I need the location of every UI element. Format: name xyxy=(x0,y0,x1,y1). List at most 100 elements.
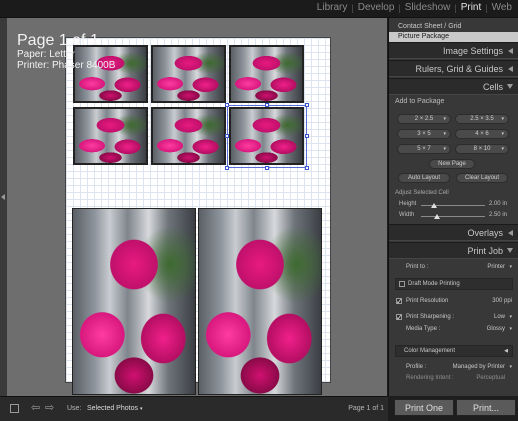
photo-cell[interactable] xyxy=(229,45,304,103)
module-print[interactable]: Print xyxy=(457,2,486,13)
width-value-field[interactable]: 2.50 in xyxy=(489,212,507,218)
size-button-4x6[interactable]: 4 × 6 ▾ xyxy=(455,129,509,139)
rendering-intent-row[interactable]: Rendering Intent : Perceptual xyxy=(389,374,518,383)
color-management-label: Color Management xyxy=(404,348,456,354)
color-management-header[interactable]: Color Management ◀ xyxy=(395,345,513,357)
resize-handle[interactable] xyxy=(305,103,309,107)
module-slideshow[interactable]: Slideshow xyxy=(401,2,455,13)
section-cells[interactable]: Cells xyxy=(389,78,518,95)
collapse-arrow-icon xyxy=(508,230,513,236)
resize-handle[interactable] xyxy=(305,134,309,138)
template-picture-package[interactable]: Picture Package xyxy=(389,32,518,42)
size-label: 2.5 × 3.5 xyxy=(470,116,494,122)
section-overlays[interactable]: Overlays xyxy=(389,224,518,241)
photo-cell[interactable] xyxy=(151,45,226,103)
draft-mode-row[interactable]: Draft Mode Printing xyxy=(395,278,513,290)
page-preview xyxy=(65,37,331,395)
photo-cell-large[interactable] xyxy=(198,208,322,395)
size-label: 4 × 6 xyxy=(475,131,489,137)
new-page-button[interactable]: New Page xyxy=(429,159,475,169)
draft-mode-checkbox[interactable] xyxy=(399,281,405,287)
size-button-3x5[interactable]: 3 × 5 ▾ xyxy=(397,129,451,139)
resize-handle[interactable] xyxy=(265,103,269,107)
previous-page-icon[interactable]: ⇦ xyxy=(31,403,40,414)
single-page-view-icon[interactable] xyxy=(10,404,19,413)
height-unit: in xyxy=(502,201,507,207)
dropdown-icon: ▾ xyxy=(443,146,446,152)
print-resolution-checkbox[interactable] xyxy=(396,295,403,308)
print-resolution-unit: ppi xyxy=(503,298,512,304)
module-library[interactable]: Library xyxy=(313,2,352,13)
template-contact-sheet[interactable]: Contact Sheet / Grid xyxy=(389,22,518,32)
photo-cell-selected[interactable] xyxy=(229,107,304,165)
clear-layout-button[interactable]: Clear Layout xyxy=(456,173,508,183)
height-slider-track[interactable] xyxy=(421,203,485,208)
resize-handle[interactable] xyxy=(305,166,309,170)
right-panel: Contact Sheet / Grid Picture Package Ima… xyxy=(388,18,518,416)
left-panel-collapsed[interactable] xyxy=(0,18,7,396)
printer-info: Printer: Phaser 8400B xyxy=(17,60,116,71)
photo-cell[interactable] xyxy=(151,107,226,165)
width-slider-knob[interactable] xyxy=(434,214,440,219)
size-button-2x2.5[interactable]: 2 × 2.5 ▾ xyxy=(397,114,451,124)
auto-layout-button[interactable]: Auto Layout xyxy=(398,173,450,183)
print-to-row[interactable]: Print to : Printer ▾ xyxy=(389,261,518,274)
section-print-job[interactable]: Print Job xyxy=(389,242,518,259)
width-unit: in xyxy=(502,212,507,218)
width-slider-track[interactable] xyxy=(421,214,485,219)
module-list: Library | Develop | Slideshow | Print | … xyxy=(313,2,516,13)
paper-info: Paper: Letter xyxy=(17,49,75,60)
height-label: Height xyxy=(399,201,417,207)
dropdown-icon: ▾ xyxy=(509,264,512,270)
resize-handle[interactable] xyxy=(225,134,229,138)
photo-cell[interactable] xyxy=(73,107,148,165)
media-type-row[interactable]: Media Type : Glossy ▾ xyxy=(389,323,518,336)
page-count: Page 1 of 1 xyxy=(348,405,384,412)
page-info-overlay: Page 1 of 1 Paper: Letter Printer: Phase… xyxy=(17,32,115,71)
width-value: 2.50 xyxy=(488,212,501,218)
profile-label: Profile : xyxy=(406,364,427,370)
module-picker: Library | Develop | Slideshow | Print | … xyxy=(0,0,518,18)
print-button[interactable]: Print... xyxy=(456,399,516,416)
module-develop[interactable]: Develop xyxy=(354,2,399,13)
dropdown-icon: ▾ xyxy=(501,146,504,152)
print-resolution-value: 300 xyxy=(492,298,503,304)
rendering-intent-value[interactable]: Perceptual xyxy=(476,374,505,383)
print-sharpening-checkbox[interactable] xyxy=(396,311,403,324)
resize-handle[interactable] xyxy=(225,166,229,170)
module-web[interactable]: Web xyxy=(488,2,516,13)
size-label: 5 × 7 xyxy=(417,146,431,152)
size-button-2.5x3.5[interactable]: 2.5 × 3.5 ▾ xyxy=(455,114,509,124)
height-value-field[interactable]: 2.00 in xyxy=(489,201,507,207)
print-resolution-value-field[interactable]: 300 ppi xyxy=(492,295,512,308)
section-rulers[interactable]: Rulers, Grid & Guides xyxy=(389,60,518,77)
section-overlays-label: Overlays xyxy=(467,228,503,238)
bottom-toolbar: ⇦ ⇨ Use: Selected Photos ▾ Page 1 of 1 xyxy=(0,396,388,421)
use-selection-dropdown[interactable]: Selected Photos ▾ xyxy=(87,405,142,412)
next-page-icon[interactable]: ⇨ xyxy=(45,403,54,414)
print-one-button[interactable]: Print One xyxy=(394,399,454,416)
profile-row[interactable]: Profile : Managed by Printer ▾ xyxy=(389,361,518,374)
print-to-value[interactable]: Printer xyxy=(487,261,505,274)
section-rulers-label: Rulers, Grid & Guides xyxy=(415,64,503,74)
dropdown-icon: ▾ xyxy=(443,116,446,122)
resize-handle[interactable] xyxy=(265,166,269,170)
dropdown-icon: ▾ xyxy=(509,364,512,370)
height-slider[interactable]: Height 2.00 in xyxy=(395,200,513,210)
width-slider[interactable]: Width 2.50 in xyxy=(395,211,513,221)
print-resolution-row[interactable]: Print Resolution 300 ppi xyxy=(389,295,518,308)
size-button-5x7[interactable]: 5 × 7 ▾ xyxy=(397,144,451,154)
collapse-arrow-icon xyxy=(508,66,513,72)
photo-cell-large[interactable] xyxy=(72,208,196,395)
height-slider-knob[interactable] xyxy=(430,203,437,208)
expand-left-panel-icon[interactable] xyxy=(1,194,5,200)
media-type-value[interactable]: Glossy xyxy=(487,323,505,336)
size-label: 2 × 2.5 xyxy=(414,116,434,122)
rendering-intent-label: Rendering Intent : xyxy=(406,375,454,381)
size-button-8x10[interactable]: 8 × 10 ▾ xyxy=(455,144,509,154)
profile-value[interactable]: Managed by Printer xyxy=(453,361,505,374)
section-cells-label: Cells xyxy=(482,82,503,92)
resize-handle[interactable] xyxy=(225,103,229,107)
section-image-settings[interactable]: Image Settings xyxy=(389,42,518,59)
dropdown-icon: ▾ xyxy=(139,406,143,412)
